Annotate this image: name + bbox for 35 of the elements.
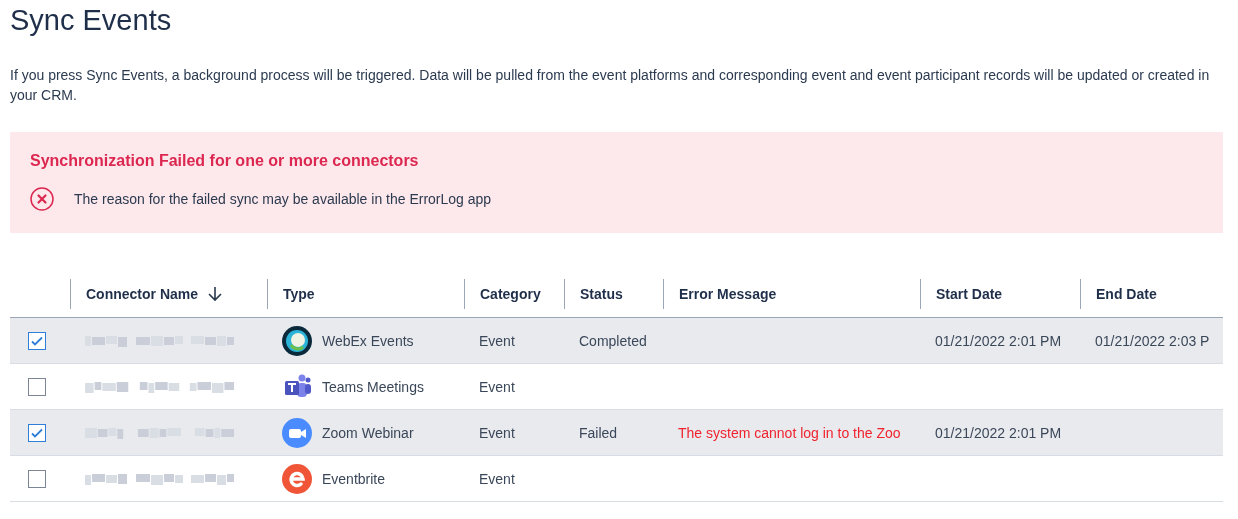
column-header[interactable]: Error Message: [679, 286, 777, 302]
ring-icon: [282, 325, 312, 356]
alert-message: The reason for the failed sync may be available in the ErrorLog app: [74, 191, 492, 207]
column-header[interactable]: Start Date: [936, 286, 1003, 302]
alert-title: Synchronization Failed for one or more connectors: [30, 152, 420, 170]
row-checkbox[interactable]: [28, 469, 46, 488]
table-cell: 01/21/2022 2:01 PM: [935, 332, 1062, 349]
logo-icon: [282, 463, 312, 494]
row-checkbox[interactable]: [28, 377, 46, 396]
table-cell: Failed: [579, 424, 618, 441]
table-cell: Event: [479, 378, 515, 395]
column-header[interactable]: Status: [580, 286, 623, 302]
table-cell: Eventbrite: [322, 470, 386, 487]
column-header[interactable]: Type: [283, 286, 315, 302]
column-header[interactable]: Connector Name: [86, 286, 223, 302]
table-row[interactable]: Eventbrite Event: [10, 455, 1223, 502]
error-icon: [30, 187, 54, 211]
page-title: Sync Events: [10, 3, 173, 38]
table-cell: Completed: [579, 332, 647, 349]
row-checkbox[interactable]: [28, 331, 46, 350]
table-cell: Zoom Webinar: [322, 424, 414, 441]
row-checkbox[interactable]: [28, 423, 46, 442]
table-cell: Event: [479, 470, 515, 487]
error-text: The system cannot log in to the Zoo: [678, 424, 901, 441]
table-cell: 01/21/2022 2:03 P: [1095, 332, 1210, 349]
description-text: If you press Sync Events, a background process will be triggered. Data will be pulled from the event platforms and corresponding event and event participant records will be updated or created in your CRM.: [10, 66, 1211, 105]
table-cell: Teams Meetings: [322, 378, 424, 395]
table-cell: Event: [479, 424, 515, 441]
column-header[interactable]: End Date: [1096, 286, 1157, 302]
column-header[interactable]: Category: [480, 286, 541, 302]
table-cell: Event: [479, 332, 515, 349]
table-cell: WebEx Events: [322, 332, 414, 349]
table-cell: 01/21/2022 2:01 PM: [935, 424, 1062, 441]
video-camera-icon: [282, 417, 312, 448]
table-row[interactable]: Teams Meetings Event: [10, 363, 1223, 410]
